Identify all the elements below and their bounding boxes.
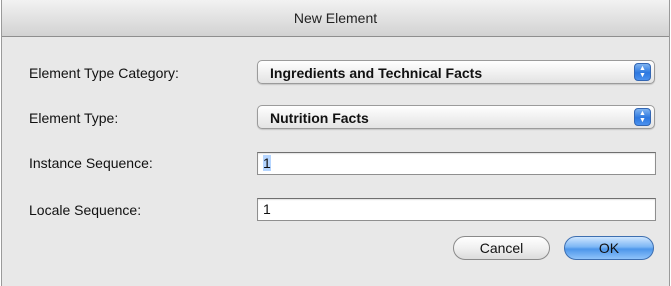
- locale-sequence-field[interactable]: 1: [257, 198, 656, 221]
- element-type-category-popup[interactable]: Ingredients and Technical Facts ▲ ▼: [257, 60, 655, 84]
- title-bar: New Element: [2, 0, 669, 37]
- element-type-popup[interactable]: Nutrition Facts ▲ ▼: [257, 105, 655, 129]
- element-type-value: Nutrition Facts: [270, 110, 369, 126]
- dialog-title: New Element: [293, 10, 378, 26]
- element-type-label: Element Type:: [29, 110, 119, 126]
- element-type-category-value: Ingredients and Technical Facts: [270, 65, 483, 81]
- instance-sequence-field[interactable]: 1: [257, 152, 656, 175]
- ok-button[interactable]: OK: [564, 236, 654, 260]
- new-element-dialog: New Element Element Type Category: Ingre…: [1, 0, 670, 286]
- locale-sequence-label: Locale Sequence:: [29, 202, 142, 218]
- popup-arrows-icon: ▲ ▼: [634, 63, 651, 81]
- instance-sequence-value: 1: [263, 155, 271, 171]
- cancel-button[interactable]: Cancel: [453, 236, 550, 260]
- instance-sequence-label: Instance Sequence:: [29, 155, 153, 171]
- element-type-category-label: Element Type Category:: [29, 65, 179, 81]
- locale-sequence-value: 1: [263, 201, 271, 217]
- popup-arrows-icon: ▲ ▼: [634, 108, 651, 126]
